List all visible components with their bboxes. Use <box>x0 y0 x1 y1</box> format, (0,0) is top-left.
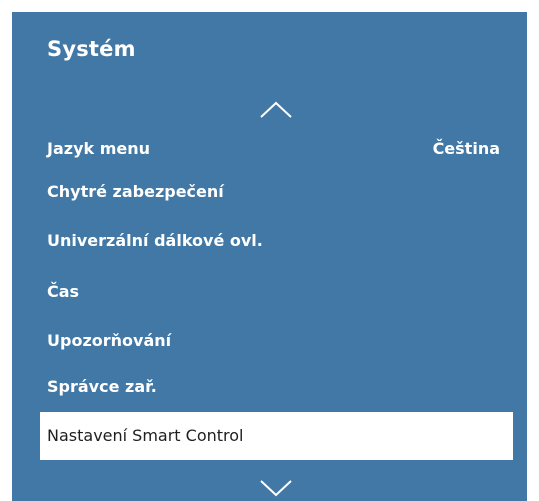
menu-item-label: Univerzální dálkové ovl. <box>47 231 263 250</box>
chevron-down-icon[interactable] <box>258 478 294 498</box>
menu-item-label: Čas <box>47 282 80 301</box>
menu-item-value: Čeština <box>432 139 500 158</box>
menu-item-cas[interactable]: Čas <box>12 274 527 310</box>
chevron-up-icon[interactable] <box>258 100 294 120</box>
menu-item-label: Upozorňování <box>47 331 172 350</box>
menu-item-label: Nastavení Smart Control <box>47 426 244 445</box>
menu-item-chytre-zabezpeceni[interactable]: Chytré zabezpečení <box>12 174 527 210</box>
menu-item-label: Správce zař. <box>47 377 157 396</box>
menu-item-univerzalni-dalkove-ovl[interactable]: Univerzální dálkové ovl. <box>12 223 527 259</box>
menu-item-label: Chytré zabezpečení <box>47 182 224 201</box>
menu-item-jazyk-menu[interactable]: Jazyk menu Čeština <box>12 131 527 167</box>
system-menu-panel: Systém Jazyk menu Čeština Chytré zabezpe… <box>12 12 527 501</box>
menu-item-nastaveni-smart-control[interactable]: Nastavení Smart Control <box>40 412 513 460</box>
menu-item-spravce-zar[interactable]: Správce zař. <box>12 369 527 405</box>
menu-title: Systém <box>47 37 136 61</box>
menu-item-upozornovani[interactable]: Upozorňování <box>12 323 527 359</box>
menu-item-label: Jazyk menu <box>47 139 151 158</box>
